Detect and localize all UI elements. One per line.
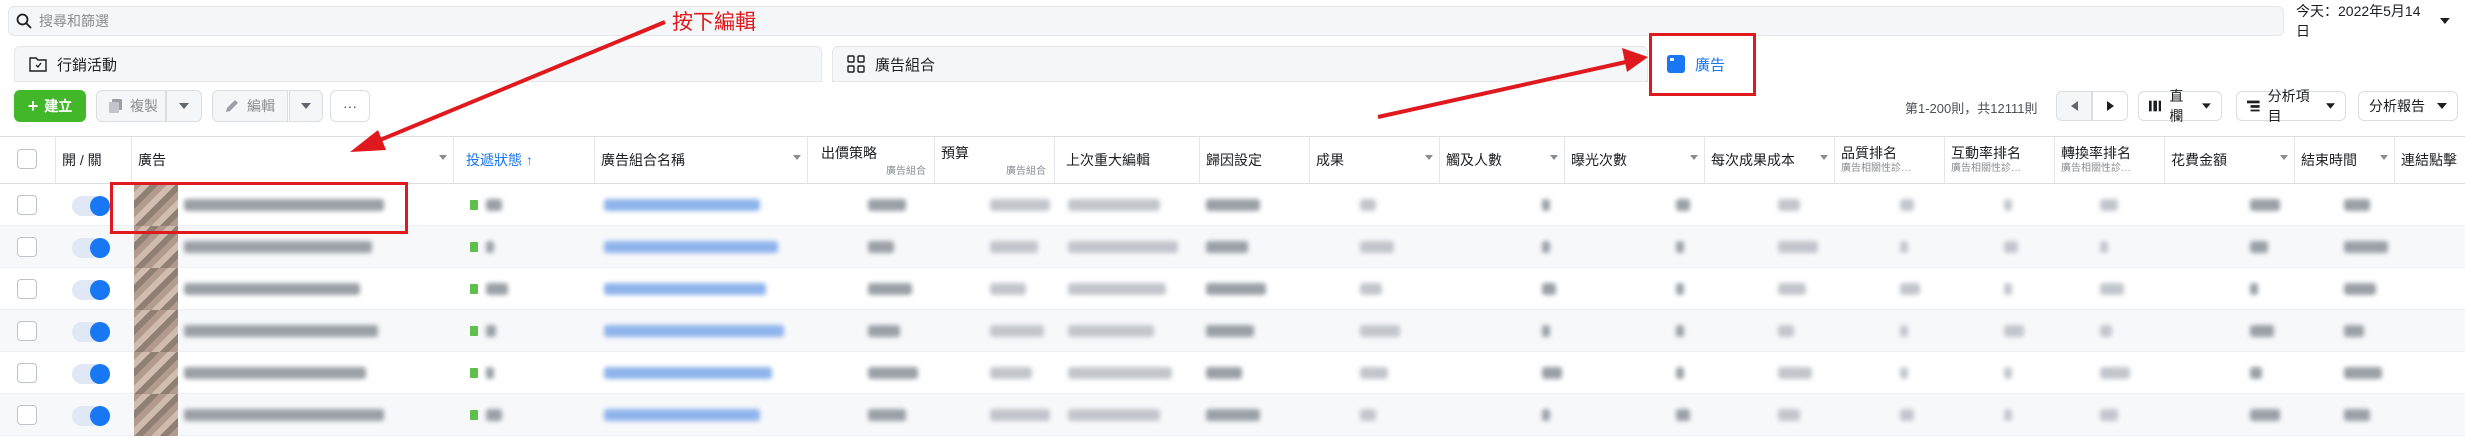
annotation-arrow-shaft (367, 20, 666, 147)
annotation-arrows (350, 20, 1648, 152)
annotation-arrow-head (350, 130, 386, 152)
annotation-arrow-shaft (1377, 60, 1627, 119)
annotation-arrow-head (1622, 48, 1648, 72)
